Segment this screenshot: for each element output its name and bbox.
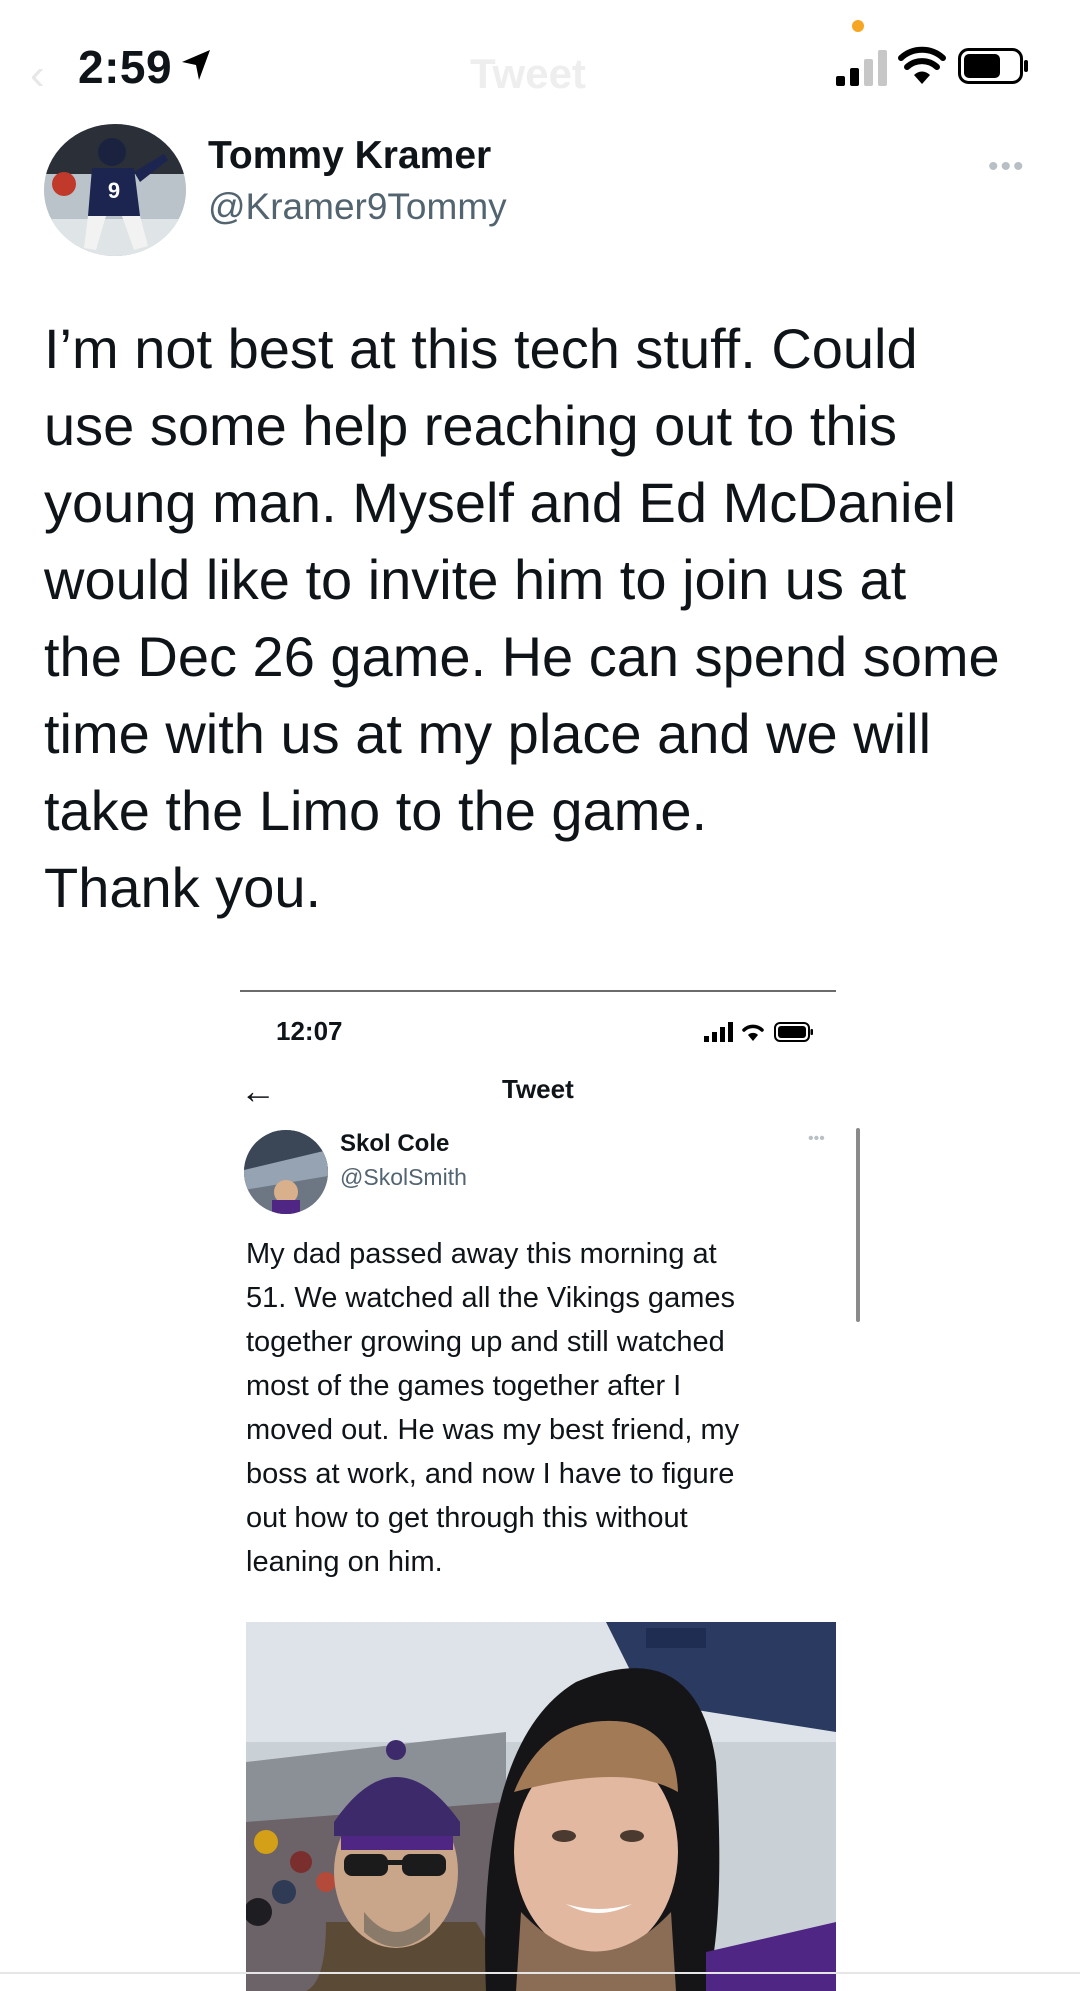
embed-scrollbar <box>856 1128 860 1322</box>
embed-divider <box>240 990 836 992</box>
embed-more-options-icon: ••• <box>808 1130 825 1147</box>
avatar-photo-quarterback: 9 <box>44 124 186 256</box>
author-display-name[interactable]: Tommy Kramer <box>208 134 491 178</box>
tweet-text: I’m not best at this tech stuff. Could u… <box>44 317 1000 919</box>
selfie-photo <box>246 1622 836 1991</box>
bottom-divider <box>0 1972 1080 1974</box>
more-options-icon[interactable]: ••• <box>988 150 1026 184</box>
embed-tweet-text: My dad passed away this morning at 51. W… <box>246 1238 740 1578</box>
author-avatar[interactable]: 9 <box>44 124 186 256</box>
embed-battery-icon <box>774 1022 813 1042</box>
author-handle[interactable]: @Kramer9Tommy <box>208 186 507 228</box>
privacy-dot-indicator <box>852 20 864 32</box>
battery-icon <box>958 48 1028 84</box>
embed-wifi-icon <box>742 1024 764 1041</box>
embed-back-arrow-icon: ← <box>240 1070 276 1111</box>
location-arrow-icon <box>182 50 210 80</box>
wifi-icon <box>898 46 946 84</box>
embed-header-title: Tweet <box>502 1074 574 1104</box>
embed-author-display-name: Skol Cole <box>340 1130 450 1157</box>
embed-avatar-photo <box>244 1130 328 1214</box>
embed-author-handle: @SkolSmith <box>340 1164 467 1190</box>
embedded-screenshot[interactable]: 12:07 ← Tweet Skol Cole @SkolSmith ••• M… <box>240 990 836 1991</box>
cellular-signal-icon <box>836 50 887 86</box>
embed-tweet-photo <box>246 1622 836 1991</box>
embed-signal-icon <box>704 1022 733 1042</box>
embed-author-avatar <box>244 1130 328 1214</box>
svg-text:9: 9 <box>108 178 120 203</box>
status-time: 2:59 <box>78 41 173 93</box>
embed-status-time: 12:07 <box>276 1016 343 1046</box>
